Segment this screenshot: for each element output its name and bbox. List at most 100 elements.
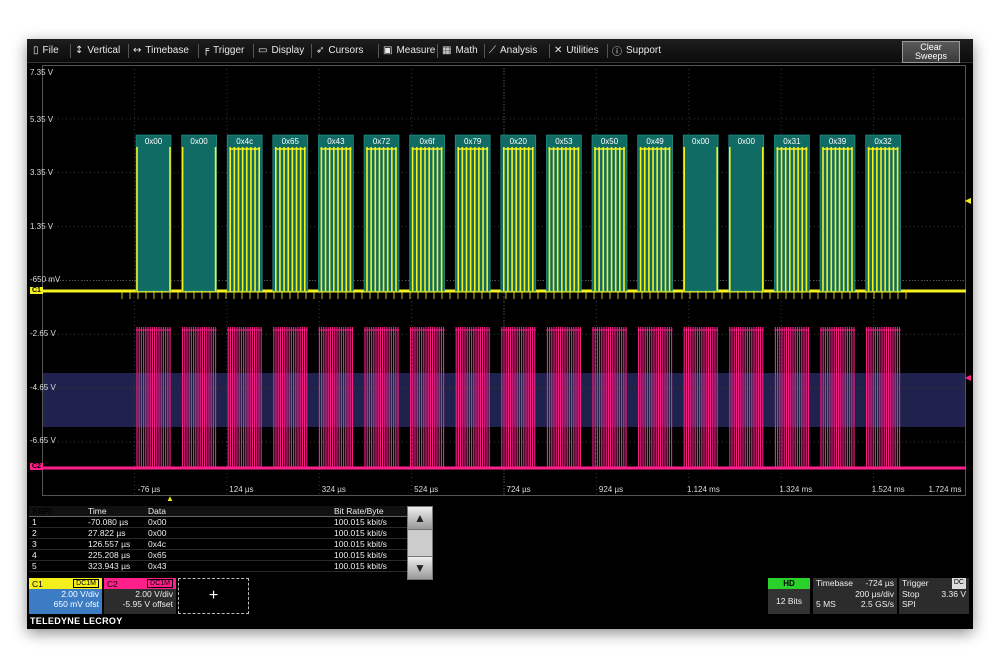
c2-vdiv: 2.00 V/div bbox=[135, 589, 173, 599]
voltage-label: -2.65 V bbox=[30, 329, 56, 338]
decode-byte-label: 0x00 bbox=[692, 137, 710, 146]
table-row[interactable]: 1 -70.080 µs 0x00 100.015 kbit/s bbox=[29, 516, 407, 528]
decode-byte-label: 0x50 bbox=[601, 137, 619, 146]
time-label: 1.724 ms bbox=[928, 485, 962, 494]
table-row[interactable]: 5 323.943 µs 0x43 100.015 kbit/s bbox=[29, 560, 407, 572]
header-bitrate[interactable]: Bit Rate/Byte bbox=[331, 506, 407, 517]
trigger-mode: Stop bbox=[902, 588, 920, 599]
menu-timebase[interactable]: ↔ Timebase bbox=[133, 39, 189, 62]
decode-byte-label: 0x6f bbox=[420, 137, 436, 146]
c1-offset: 650 mV ofst bbox=[53, 599, 99, 609]
cell-rate: 100.015 kbit/s bbox=[331, 538, 407, 550]
decode-box bbox=[226, 134, 263, 292]
file-icon: ▯ bbox=[33, 45, 39, 56]
scroll-up-button[interactable]: ▲ bbox=[407, 506, 433, 530]
menu-file[interactable]: ▯ File bbox=[33, 39, 59, 62]
plus-icon: + bbox=[208, 587, 219, 604]
header-time[interactable]: Time bbox=[85, 506, 145, 517]
menu-utilities[interactable]: ✕ Utilities bbox=[554, 39, 599, 62]
voltage-label: -6.65 V bbox=[30, 436, 56, 445]
hd-label: HD bbox=[768, 578, 810, 589]
table-row[interactable]: 4 225.208 µs 0x65 100.015 kbit/s bbox=[29, 549, 407, 561]
header-data[interactable]: Data bbox=[145, 506, 331, 517]
menu-separator bbox=[253, 44, 254, 58]
menu-label: Support bbox=[626, 45, 662, 56]
cell-n: 3 bbox=[29, 538, 85, 550]
hd-bits: 12 Bits bbox=[776, 596, 802, 606]
c1-descriptor[interactable]: C1 DC1M 2.00 V/div 650 mV ofst bbox=[29, 578, 102, 614]
trigger-coupling: DC bbox=[951, 578, 966, 589]
menu-separator bbox=[198, 44, 199, 58]
decode-box bbox=[819, 134, 856, 292]
decode-box bbox=[272, 134, 309, 292]
waveform-grid[interactable]: 0x00 0x00 0x4c 0x65 0x43 0x72 0x6f 0x79 0x20 0x53… bbox=[42, 65, 966, 496]
menu-label: Display bbox=[271, 45, 305, 56]
decode-box bbox=[363, 134, 400, 292]
menu-vertical[interactable]: ↕ Vertical bbox=[75, 39, 120, 62]
vertical-arrows-icon: ↕ bbox=[75, 45, 84, 56]
decode-table: SSPI Time Data Bit Rate/Byte 1 -70.080 µs… bbox=[29, 506, 433, 580]
menu-trigger[interactable]: ╒ Trigger bbox=[203, 39, 244, 62]
scroll-thumb[interactable] bbox=[407, 529, 433, 557]
brand-logo: TELEDYNE LECROY bbox=[30, 616, 123, 626]
voltage-label: 1.35 V bbox=[30, 222, 54, 231]
trigger-level: 3.36 V bbox=[941, 588, 966, 599]
menu-label: Math bbox=[455, 45, 478, 56]
decode-box bbox=[318, 134, 354, 292]
timebase-tdiv: 200 µs/div bbox=[855, 588, 894, 599]
clear-sweeps-button[interactable]: Clear Sweeps bbox=[902, 41, 960, 63]
decode-byte-label: 0x72 bbox=[373, 137, 391, 146]
table-row[interactable]: 2 27.822 µs 0x00 100.015 kbit/s bbox=[29, 527, 407, 539]
hd-descriptor[interactable]: HD 12 Bits bbox=[768, 578, 810, 614]
c1-tag[interactable]: C1 bbox=[30, 287, 43, 294]
c1-name: C1 bbox=[32, 578, 43, 589]
menu-display[interactable]: ▭ Display bbox=[258, 39, 304, 62]
c2-name: C2 bbox=[107, 578, 118, 589]
c2-descriptor[interactable]: C2 DC1M 2.00 V/div -5.95 V offset bbox=[104, 578, 176, 614]
menu-label: Measure bbox=[396, 45, 436, 56]
time-label: 324 µs bbox=[321, 485, 346, 494]
c2-tag[interactable]: C2 bbox=[30, 463, 43, 470]
menu-cursors[interactable]: ➶ Cursors bbox=[316, 39, 363, 62]
cell-data: 0x4c bbox=[145, 538, 331, 550]
timebase-delay: -724 µs bbox=[865, 578, 894, 588]
menu-separator bbox=[484, 44, 485, 58]
menu-measure[interactable]: ▣ Measure bbox=[383, 39, 435, 62]
decode-byte-label: 0x4c bbox=[236, 137, 253, 146]
add-descriptor-button[interactable]: + bbox=[178, 578, 249, 614]
scroll-down-button[interactable]: ▼ bbox=[407, 556, 433, 580]
time-label: 924 µs bbox=[598, 485, 624, 494]
utilities-icon: ✕ bbox=[554, 45, 563, 56]
math-icon: ▦ bbox=[442, 45, 452, 56]
trigger-label: Trigger bbox=[902, 578, 929, 588]
menu-label: Analysis bbox=[500, 45, 538, 56]
oscilloscope-window: ▯ File ↕ Vertical ↔ Timebase ╒ Trigger ▭ Display ➶… bbox=[27, 39, 973, 629]
timebase-descriptor[interactable]: Timebase -724 µs 200 µs/div 5 MS 2.5 GS/s bbox=[813, 578, 897, 614]
trigger-position-icon: ▲ bbox=[166, 494, 174, 503]
menu-label: File bbox=[42, 45, 59, 56]
voltage-label: -650 mV bbox=[30, 275, 61, 284]
timebase-rate: 2.5 GS/s bbox=[860, 599, 894, 609]
clear-sweeps-line2: Sweeps bbox=[914, 51, 948, 61]
table-row[interactable]: 3 126.557 µs 0x4c 100.015 kbit/s bbox=[29, 538, 407, 550]
menu-label: Vertical bbox=[87, 45, 121, 56]
display-icon: ▭ bbox=[258, 45, 268, 56]
scroll-up-icon: ▲ bbox=[414, 511, 426, 525]
decode-box bbox=[591, 134, 628, 292]
cursor-icon: ➶ bbox=[316, 45, 325, 56]
voltage-label: 5.35 V bbox=[30, 115, 54, 124]
waveform-display: 0x00 0x00 0x4c 0x65 0x43 0x72 0x6f 0x79 0x20 0x53… bbox=[42, 65, 966, 496]
trigger-level-marker-icon: ◀ bbox=[964, 373, 971, 382]
cell-time: -70.080 µs bbox=[85, 516, 145, 528]
decode-byte-label: 0x32 bbox=[874, 137, 892, 146]
cell-data: 0x43 bbox=[145, 560, 331, 572]
menu-analysis[interactable]: ⟋ Analysis bbox=[489, 39, 537, 62]
decode-box bbox=[500, 134, 537, 292]
menu-separator bbox=[311, 44, 312, 58]
menu-support[interactable]: ⓘ Support bbox=[612, 39, 661, 62]
c2-coupling-badge: DC1M bbox=[147, 579, 173, 588]
trigger-descriptor[interactable]: Trigger DC Stop 3.36 V SPI bbox=[899, 578, 969, 614]
table-name: SSPI bbox=[29, 506, 85, 517]
decode-box bbox=[774, 134, 810, 292]
menu-math[interactable]: ▦ Math bbox=[442, 39, 478, 62]
